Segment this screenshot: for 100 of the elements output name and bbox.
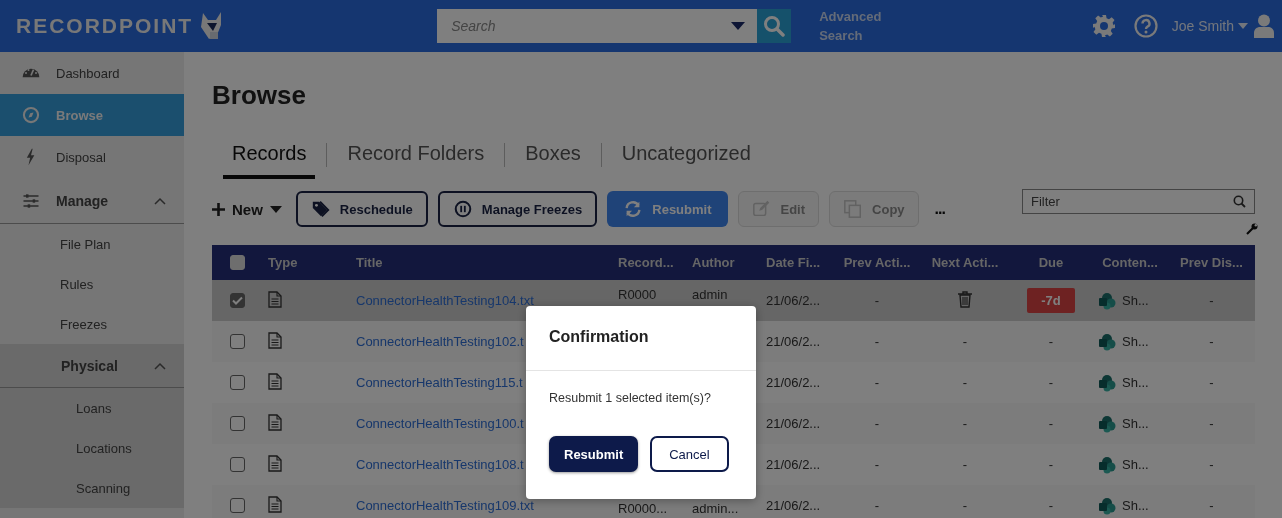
caret-down-icon: [269, 205, 282, 213]
search-icon: [763, 15, 786, 37]
search-field[interactable]: Search: [449, 17, 732, 35]
user-menu[interactable]: Joe Smith: [1167, 14, 1238, 38]
chevron-up-icon: [154, 361, 166, 370]
record-link[interactable]: ConnectorHealthTesting108.t: [356, 457, 524, 472]
search-icon: [1233, 195, 1246, 208]
record-link[interactable]: ConnectorHealthTesting115.t: [356, 375, 523, 390]
table-cell: -: [962, 375, 968, 390]
table-cell: Sh...: [1122, 375, 1149, 390]
table-cell: -: [874, 375, 880, 390]
sidebar-item[interactable]: Rules: [0, 264, 184, 304]
tag-icon: [310, 199, 331, 219]
tab[interactable]: Uncategorized: [612, 135, 760, 179]
checkbox[interactable]: [230, 293, 245, 308]
search-field[interactable]: Search: [437, 9, 758, 43]
wrench-icon: [1246, 223, 1258, 235]
table-cell: -: [874, 416, 880, 431]
user-avatar-icon: [1254, 14, 1274, 38]
dialog-title: Confirmation: [526, 306, 756, 371]
table-cell: 21/06/2...: [766, 375, 821, 390]
advanced-search-link[interactable]: Advanced Search: [819, 7, 900, 45]
table-cell: 21/06/2...: [766, 498, 821, 513]
table-cell: -: [1048, 457, 1054, 472]
checkbox[interactable]: [230, 334, 245, 349]
table-cell: -: [1209, 375, 1214, 390]
table-cell: 21/06/2...: [766, 334, 821, 349]
table-cell: Sh...: [1122, 293, 1149, 308]
table-cell: -: [1209, 334, 1214, 349]
sharepoint-icon: [1098, 291, 1116, 310]
toolbar-button[interactable]: Reschedule: [295, 191, 428, 227]
table-cell: -: [1048, 498, 1054, 513]
table-cell: 21/06/2...: [766, 416, 821, 431]
tab[interactable]: Boxes: [516, 135, 590, 179]
table-cell: Sh...: [1122, 416, 1149, 431]
table-cell: R0000: [618, 287, 657, 302]
filter-field[interactable]: Filter: [1022, 189, 1255, 214]
trash-icon: [958, 290, 972, 308]
document-icon: [268, 372, 282, 390]
check-icon: [232, 296, 243, 305]
checkbox[interactable]: [230, 375, 245, 390]
toolbar-button[interactable]: Resubmit: [607, 191, 728, 227]
table-cell: Sh...: [1122, 457, 1149, 472]
table-cell: -: [1048, 375, 1054, 390]
table-cell: admin: [692, 287, 728, 302]
sharepoint-icon: [1098, 373, 1116, 392]
checkbox[interactable]: [230, 416, 245, 431]
sidebar-item[interactable]: Dashboard: [0, 52, 184, 94]
record-link[interactable]: ConnectorHealthTesting102.t: [356, 334, 524, 349]
compass-icon: [20, 105, 42, 125]
help-icon: [1133, 14, 1158, 38]
sidebar-item[interactable]: Locations: [0, 428, 184, 468]
chevron-up-icon: [154, 196, 166, 205]
sidebar-item[interactable]: Freezes: [0, 304, 184, 344]
sharepoint-icon: [1098, 414, 1116, 433]
new-button[interactable]: New: [212, 200, 282, 218]
table-cell: -: [1209, 498, 1214, 513]
table-cell: -: [1209, 416, 1214, 431]
tab[interactable]: Record Folders: [338, 135, 494, 179]
copy-icon: [843, 199, 864, 219]
table-cell: -: [1048, 334, 1054, 349]
table-cell: admin...: [692, 501, 739, 516]
more-menu[interactable]: ...: [934, 200, 945, 218]
table-cell: -: [1209, 457, 1214, 472]
table-cell: Sh...: [1122, 334, 1149, 349]
table-cell: -: [874, 457, 880, 472]
sidebar-item[interactable]: File Plan: [0, 224, 184, 264]
caret-down-icon: [731, 22, 746, 30]
column-header[interactable]: Title: [356, 255, 383, 270]
document-icon: [268, 331, 282, 349]
sharepoint-icon: [1098, 455, 1116, 474]
page-title: Browse: [212, 80, 306, 111]
document-icon: [268, 454, 282, 472]
toolbar-button[interactable]: Manage Freezes: [437, 191, 598, 227]
record-link[interactable]: ConnectorHealthTesting109.txt: [356, 498, 534, 513]
caret-down-icon: [1238, 23, 1248, 29]
record-link[interactable]: ConnectorHealthTesting100.t: [356, 416, 524, 431]
sidebar-item[interactable]: Scanning: [0, 468, 184, 508]
resubmit-button[interactable]: Resubmit: [549, 436, 639, 472]
plus-icon: [212, 202, 225, 216]
sharepoint-icon: [1098, 332, 1116, 351]
checkbox[interactable]: [230, 498, 245, 513]
cancel-button[interactable]: Cancel: [650, 436, 729, 472]
table-cell: -: [874, 334, 880, 349]
table-cell: -: [1048, 416, 1054, 431]
sidebar-item[interactable]: Disposal: [0, 136, 184, 178]
table-cell: 21/06/2...: [766, 457, 821, 472]
column-header[interactable]: Type: [268, 255, 298, 270]
table-cell: -: [962, 416, 968, 431]
search-button[interactable]: [757, 9, 792, 43]
checkbox[interactable]: [230, 457, 245, 472]
column-header[interactable]: Due: [1038, 255, 1064, 270]
sidebar-item[interactable]: Browse: [0, 94, 184, 136]
document-icon: [268, 413, 282, 431]
document-icon: [268, 290, 282, 308]
tab[interactable]: Records: [223, 135, 316, 179]
sidebar-group[interactable]: Physical: [0, 344, 184, 388]
table-cell: -: [962, 498, 968, 513]
table-cell: -: [874, 293, 880, 308]
sidebar-item[interactable]: Loans: [0, 388, 184, 428]
